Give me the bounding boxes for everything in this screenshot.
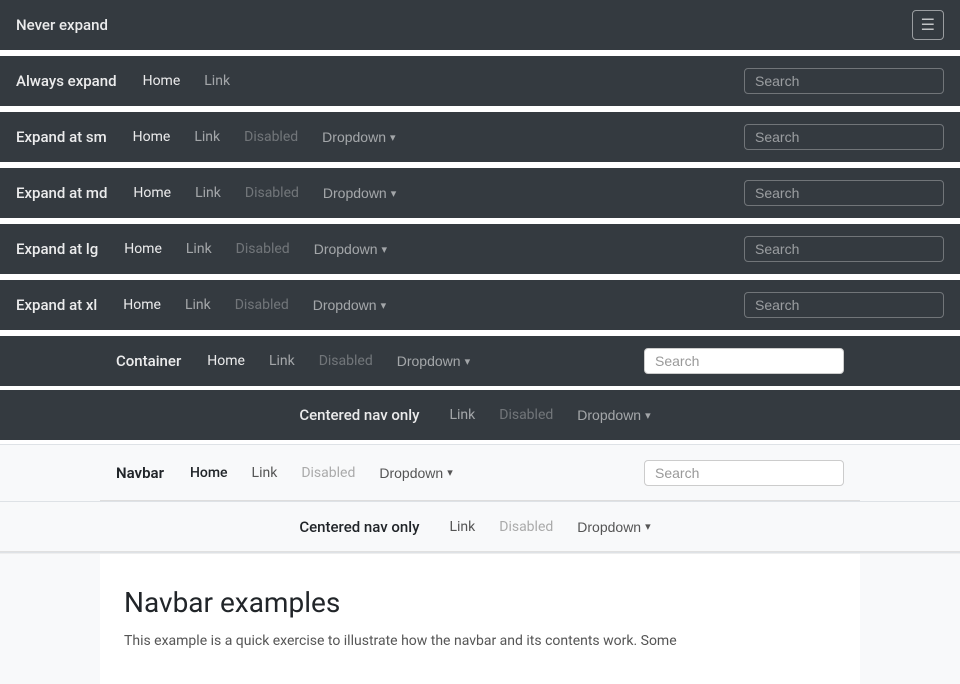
nav-dropdown-xl[interactable]: Dropdown xyxy=(303,291,396,319)
light-nav-home[interactable]: Home xyxy=(180,459,238,487)
centered-dropdown-1[interactable]: Dropdown xyxy=(567,401,660,429)
centered-disabled-1: Disabled xyxy=(489,401,563,429)
centered-brand-1: Centered nav only xyxy=(299,406,419,424)
navbar-toggler[interactable]: ☰ xyxy=(912,10,944,40)
nav-dropdown-sm[interactable]: Dropdown xyxy=(312,123,405,151)
expand-md-navbar: Expand at md Home Link Disabled Dropdown xyxy=(0,168,960,218)
nav-link-home-md[interactable]: Home xyxy=(123,179,181,207)
nav-link-home-sm[interactable]: Home xyxy=(123,123,181,151)
nav-link-link-md[interactable]: Link xyxy=(185,179,231,207)
expand-md-search-input[interactable] xyxy=(744,180,944,206)
nav-link-disabled-md: Disabled xyxy=(235,179,309,207)
light-search-wrap xyxy=(644,460,844,486)
centered-disabled-2: Disabled xyxy=(489,513,563,541)
expand-lg-search-input[interactable] xyxy=(744,236,944,262)
expand-md-nav-links: Home Link Disabled Dropdown xyxy=(123,179,744,207)
centered-navbar-1: Centered nav only Link Disabled Dropdown xyxy=(0,390,960,440)
expand-md-search-wrap xyxy=(744,180,944,206)
nav-link-link-sm[interactable]: Link xyxy=(184,123,230,151)
always-expand-brand: Always expand xyxy=(16,72,117,90)
nav-link-home-1[interactable]: Home xyxy=(133,67,191,95)
nav-link-link-xl[interactable]: Link xyxy=(175,291,221,319)
container-nav-links: Home Link Disabled Dropdown xyxy=(197,347,644,375)
nav-link-home-container[interactable]: Home xyxy=(197,347,255,375)
nav-dropdown-container[interactable]: Dropdown xyxy=(387,347,480,375)
always-expand-navbar: Always expand Home Link xyxy=(0,56,960,106)
light-navbar: Navbar Home Link Disabled Dropdown xyxy=(100,445,860,501)
expand-xl-search-input[interactable] xyxy=(744,292,944,318)
centered-navbar-2: Centered nav only Link Disabled Dropdown xyxy=(0,502,960,552)
nav-link-home-xl[interactable]: Home xyxy=(113,291,171,319)
content-wrapper: Navbar examples This example is a quick … xyxy=(0,553,960,684)
expand-sm-navbar: Expand at sm Home Link Disabled Dropdown xyxy=(0,112,960,162)
nav-link-link-lg[interactable]: Link xyxy=(176,235,222,263)
light-nav-links: Home Link Disabled Dropdown xyxy=(180,459,644,487)
light-nav-link[interactable]: Link xyxy=(242,459,288,487)
container-navbar-outer: Container Home Link Disabled Dropdown xyxy=(0,336,960,386)
always-expand-search-input[interactable] xyxy=(744,68,944,94)
nav-link-home-lg[interactable]: Home xyxy=(114,235,172,263)
centered-link-1[interactable]: Link xyxy=(439,401,485,429)
light-nav-dropdown[interactable]: Dropdown xyxy=(369,459,462,487)
expand-lg-brand: Expand at lg xyxy=(16,240,98,258)
light-navbar-brand: Navbar xyxy=(116,464,164,482)
centered-link-2[interactable]: Link xyxy=(439,513,485,541)
centered-dropdown-2[interactable]: Dropdown xyxy=(567,513,660,541)
expand-xl-nav-links: Home Link Disabled Dropdown xyxy=(113,291,744,319)
expand-md-brand: Expand at md xyxy=(16,184,107,202)
never-expand-brand: Never expand xyxy=(16,16,108,34)
container-navbar-inner: Container Home Link Disabled Dropdown xyxy=(100,336,860,386)
nav-link-link-container[interactable]: Link xyxy=(259,347,305,375)
light-nav-disabled: Disabled xyxy=(291,459,365,487)
nav-link-disabled-lg: Disabled xyxy=(226,235,300,263)
expand-xl-brand: Expand at xl xyxy=(16,296,97,314)
always-expand-search-wrap xyxy=(744,68,944,94)
expand-sm-brand: Expand at sm xyxy=(16,128,107,146)
never-expand-navbar: Never expand ☰ xyxy=(0,0,960,50)
container-brand: Container xyxy=(116,352,181,370)
expand-sm-search-input[interactable] xyxy=(744,124,944,150)
expand-lg-navbar: Expand at lg Home Link Disabled Dropdown xyxy=(0,224,960,274)
centered-light-bar: Centered nav only Link Disabled Dropdown xyxy=(0,502,960,553)
expand-xl-navbar: Expand at xl Home Link Disabled Dropdown xyxy=(0,280,960,330)
expand-lg-nav-links: Home Link Disabled Dropdown xyxy=(114,235,744,263)
nav-link-disabled-xl: Disabled xyxy=(225,291,299,319)
nav-link-disabled-container: Disabled xyxy=(309,347,383,375)
container-search-input[interactable] xyxy=(644,348,844,374)
always-expand-nav-links: Home Link xyxy=(133,67,744,95)
content-title: Navbar examples xyxy=(124,586,836,619)
light-search-input[interactable] xyxy=(644,460,844,486)
centered-brand-2: Centered nav only xyxy=(299,518,419,536)
content-area: Navbar examples This example is a quick … xyxy=(100,554,860,684)
nav-link-disabled-sm: Disabled xyxy=(234,123,308,151)
expand-sm-search-wrap xyxy=(744,124,944,150)
expand-xl-search-wrap xyxy=(744,292,944,318)
light-navbar-wrapper: Navbar Home Link Disabled Dropdown xyxy=(0,444,960,502)
container-search-wrap xyxy=(644,348,844,374)
centered-nav-links-2: Centered nav only Link Disabled Dropdown xyxy=(299,513,660,541)
nav-link-link-1[interactable]: Link xyxy=(194,67,240,95)
nav-dropdown-md[interactable]: Dropdown xyxy=(313,179,406,207)
content-description: This example is a quick exercise to illu… xyxy=(124,631,836,652)
nav-dropdown-lg[interactable]: Dropdown xyxy=(304,235,397,263)
centered-nav-links-1: Centered nav only Link Disabled Dropdown xyxy=(299,401,660,429)
expand-lg-search-wrap xyxy=(744,236,944,262)
expand-sm-nav-links: Home Link Disabled Dropdown xyxy=(123,123,744,151)
